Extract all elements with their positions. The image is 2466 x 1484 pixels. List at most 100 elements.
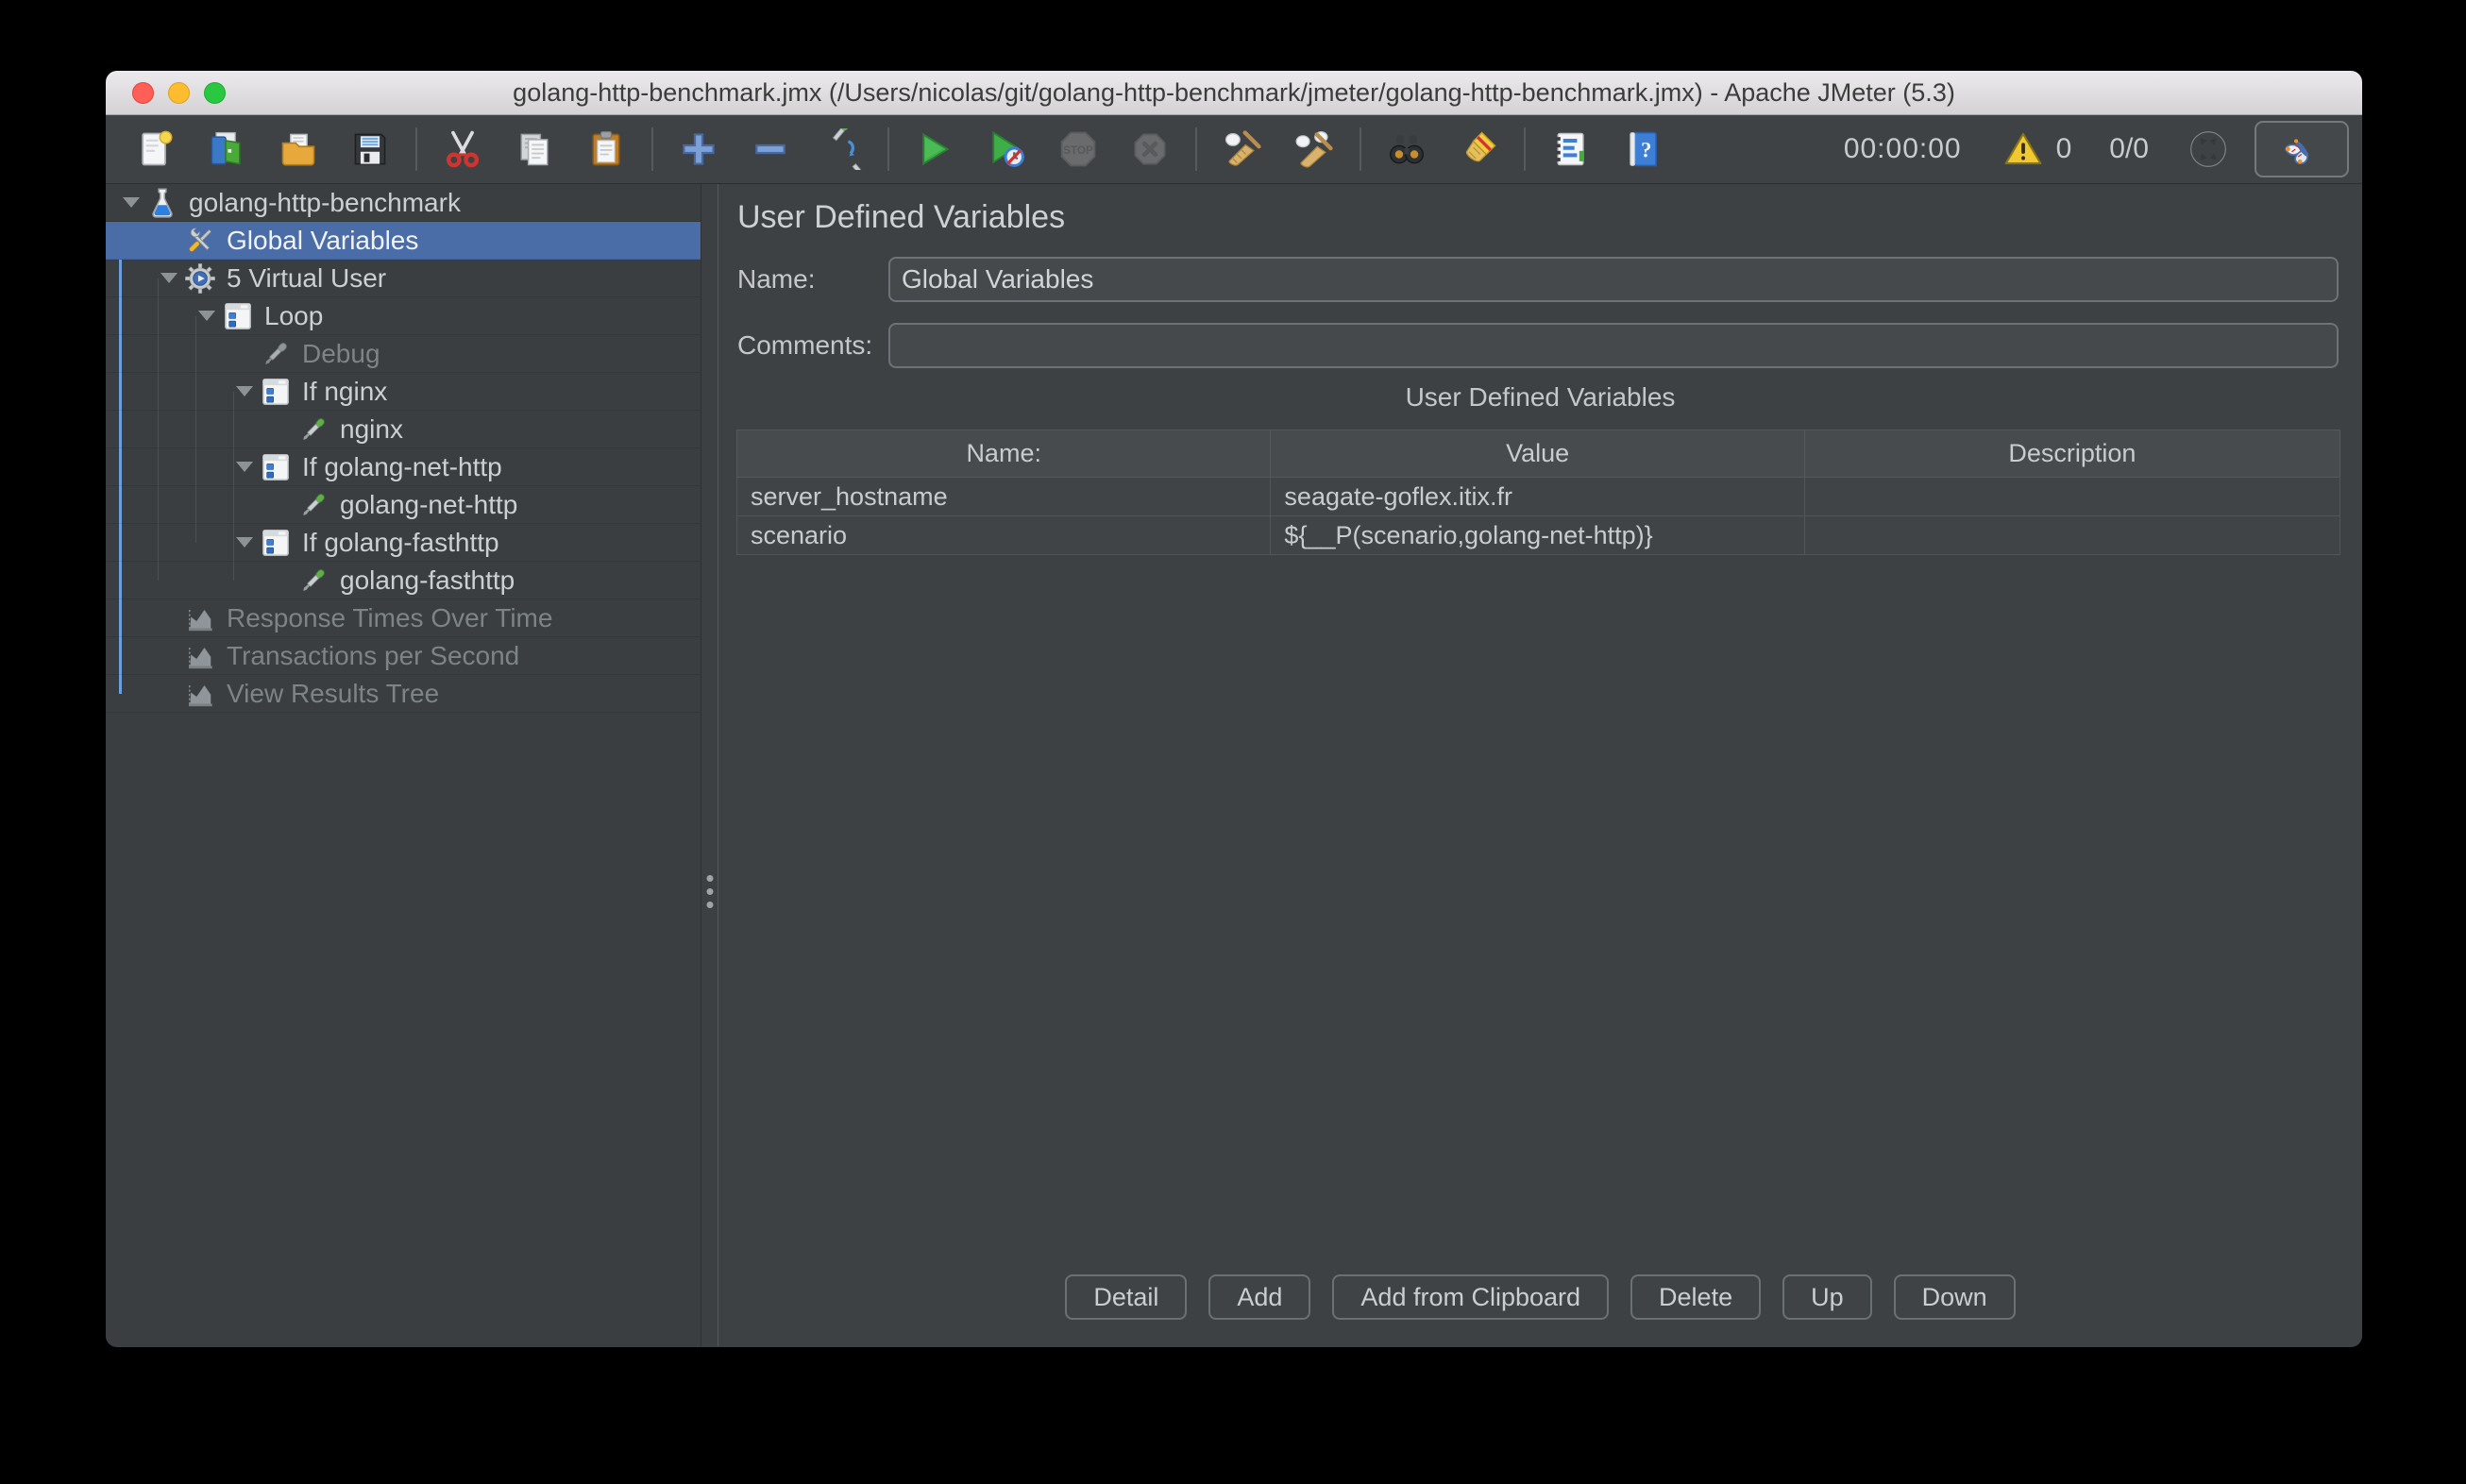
tree-node-transactions-per-second[interactable]: Transactions per Second — [106, 637, 701, 675]
start-no-timers-icon[interactable] — [985, 126, 1028, 172]
tree-node-label: Response Times Over Time — [227, 603, 552, 633]
tree-node-label: golang-net-http — [340, 490, 517, 520]
add-from-clipboard-button[interactable]: Add from Clipboard — [1332, 1274, 1609, 1320]
open-file-icon[interactable] — [277, 126, 320, 172]
column-header-value[interactable]: Value — [1271, 430, 1804, 478]
content-area: golang-http-benchmark Global Variables 5… — [106, 184, 2362, 1346]
tree-node-label: Transactions per Second — [227, 641, 519, 671]
expander-icon[interactable] — [230, 537, 259, 548]
toolbar-separator — [1195, 127, 1197, 171]
paste-icon[interactable] — [584, 126, 628, 172]
function-helper-icon[interactable] — [1549, 126, 1593, 172]
tree-node-global-variables[interactable]: Global Variables — [106, 222, 701, 260]
toggle-icon[interactable] — [820, 126, 864, 172]
help-icon[interactable] — [1621, 126, 1664, 172]
cell-variable-description[interactable] — [1804, 478, 2339, 516]
tree-node-view-results-tree[interactable]: View Results Tree — [106, 675, 701, 713]
active-threads-count: 0/0 — [2109, 133, 2149, 165]
templates-icon[interactable] — [205, 126, 248, 172]
listener-chart-icon — [183, 639, 217, 673]
logic-controller-icon — [259, 526, 293, 560]
jmeter-butterfly-icon — [2280, 127, 2323, 171]
sampler-icon — [296, 413, 330, 447]
minimize-window-button[interactable] — [168, 82, 190, 104]
warning-icon — [2003, 129, 2043, 169]
tree-node-loop[interactable]: Loop — [106, 297, 701, 335]
toolbar-separator — [887, 127, 889, 171]
column-header-description[interactable]: Description — [1804, 430, 2339, 478]
clear-all-icon[interactable] — [1292, 126, 1336, 172]
cell-variable-value[interactable]: seagate-goflex.itix.fr — [1271, 478, 1804, 516]
tree-node-golang-net-http[interactable]: golang-net-http — [106, 486, 701, 524]
cut-icon[interactable] — [441, 126, 484, 172]
expander-icon[interactable] — [230, 462, 259, 472]
tree-node-if-golang-fasthttp[interactable]: If golang-fasthttp — [106, 524, 701, 562]
sampler-icon — [296, 564, 330, 598]
tree-node-label: golang-http-benchmark — [189, 188, 461, 218]
tree-node-golang-fasthttp[interactable]: golang-fasthttp — [106, 562, 701, 599]
expander-icon[interactable] — [230, 386, 259, 396]
up-button[interactable]: Up — [1782, 1274, 1872, 1320]
jmeter-window: golang-http-benchmark.jmx (/Users/nicola… — [106, 71, 2362, 1347]
tree-node-debug[interactable]: Debug — [106, 335, 701, 373]
cell-variable-name[interactable]: server_hostname — [737, 478, 1271, 516]
variables-table: Name: Value Description server_hostname … — [736, 430, 2340, 555]
tree-node-response-times-over-time[interactable]: Response Times Over Time — [106, 599, 701, 637]
delete-button[interactable]: Delete — [1630, 1274, 1761, 1320]
log-errors-indicator[interactable]: 0 — [2003, 129, 2072, 169]
name-input[interactable] — [888, 257, 2339, 302]
zoom-window-button[interactable] — [204, 82, 226, 104]
panel-splitter[interactable] — [701, 184, 718, 1346]
listener-chart-icon — [183, 677, 217, 711]
search-reset-icon[interactable] — [1457, 126, 1500, 172]
comments-input[interactable] — [888, 323, 2339, 368]
remote-sphere-icon[interactable] — [2187, 127, 2230, 171]
tree-node-golang-http-benchmark[interactable]: golang-http-benchmark — [106, 184, 701, 222]
cell-variable-value[interactable]: ${__P(scenario,golang-net-http)} — [1271, 516, 1804, 555]
listener-chart-icon — [183, 601, 217, 635]
new-file-icon[interactable] — [133, 126, 177, 172]
expander-icon[interactable] — [155, 273, 183, 283]
add-button[interactable]: Add — [1208, 1274, 1310, 1320]
panel-heading: User Defined Variables — [737, 199, 1065, 236]
user-defined-variables-panel: User Defined Variables Name: Comments: U… — [718, 184, 2362, 1346]
comments-label: Comments: — [737, 330, 872, 361]
tree-node-5-virtual-user[interactable]: 5 Virtual User — [106, 260, 701, 297]
search-icon[interactable] — [1385, 126, 1428, 172]
cell-variable-description[interactable] — [1804, 516, 2339, 555]
detail-button[interactable]: Detail — [1065, 1274, 1187, 1320]
copy-icon[interactable] — [513, 126, 556, 172]
table-row[interactable]: scenario ${__P(scenario,golang-net-http)… — [737, 516, 2340, 555]
tree-node-label: golang-fasthttp — [340, 565, 515, 596]
column-header-name[interactable]: Name: — [737, 430, 1271, 478]
plugins-manager-button[interactable] — [2255, 121, 2349, 177]
name-label: Name: — [737, 264, 815, 295]
start-icon[interactable] — [913, 126, 956, 172]
tree-node-if-golang-net-http[interactable]: If golang-net-http — [106, 448, 701, 486]
thread-group-icon — [183, 261, 217, 295]
expander-icon[interactable] — [117, 197, 145, 208]
close-window-button[interactable] — [132, 82, 154, 104]
tree-node-label: If golang-fasthttp — [302, 528, 499, 558]
logic-controller-icon — [259, 375, 293, 409]
down-button[interactable]: Down — [1894, 1274, 2016, 1320]
tree-node-label: 5 Virtual User — [227, 263, 386, 294]
shutdown-icon — [1128, 126, 1172, 172]
cell-variable-name[interactable]: scenario — [737, 516, 1271, 555]
splitter-grip-icon — [706, 868, 713, 915]
toolbar-status-cluster: 00:00:00 0 0/0 — [1844, 121, 2349, 177]
collapse-all-icon[interactable] — [749, 126, 792, 172]
expander-icon[interactable] — [193, 311, 221, 321]
tree-node-label: If nginx — [302, 377, 387, 407]
tree-node-nginx[interactable]: nginx — [106, 411, 701, 448]
save-icon[interactable] — [348, 126, 392, 172]
table-row[interactable]: server_hostname seagate-goflex.itix.fr — [737, 478, 2340, 516]
elapsed-timer: 00:00:00 — [1844, 133, 1962, 165]
test-plan-icon — [145, 186, 179, 220]
clear-icon[interactable] — [1221, 126, 1264, 172]
tree-node-if-nginx[interactable]: If nginx — [106, 373, 701, 411]
titlebar[interactable]: golang-http-benchmark.jmx (/Users/nicola… — [106, 71, 2362, 115]
tree-node-label: Debug — [302, 339, 380, 369]
expand-all-icon[interactable] — [677, 126, 720, 172]
tree-node-label: Loop — [264, 301, 323, 331]
